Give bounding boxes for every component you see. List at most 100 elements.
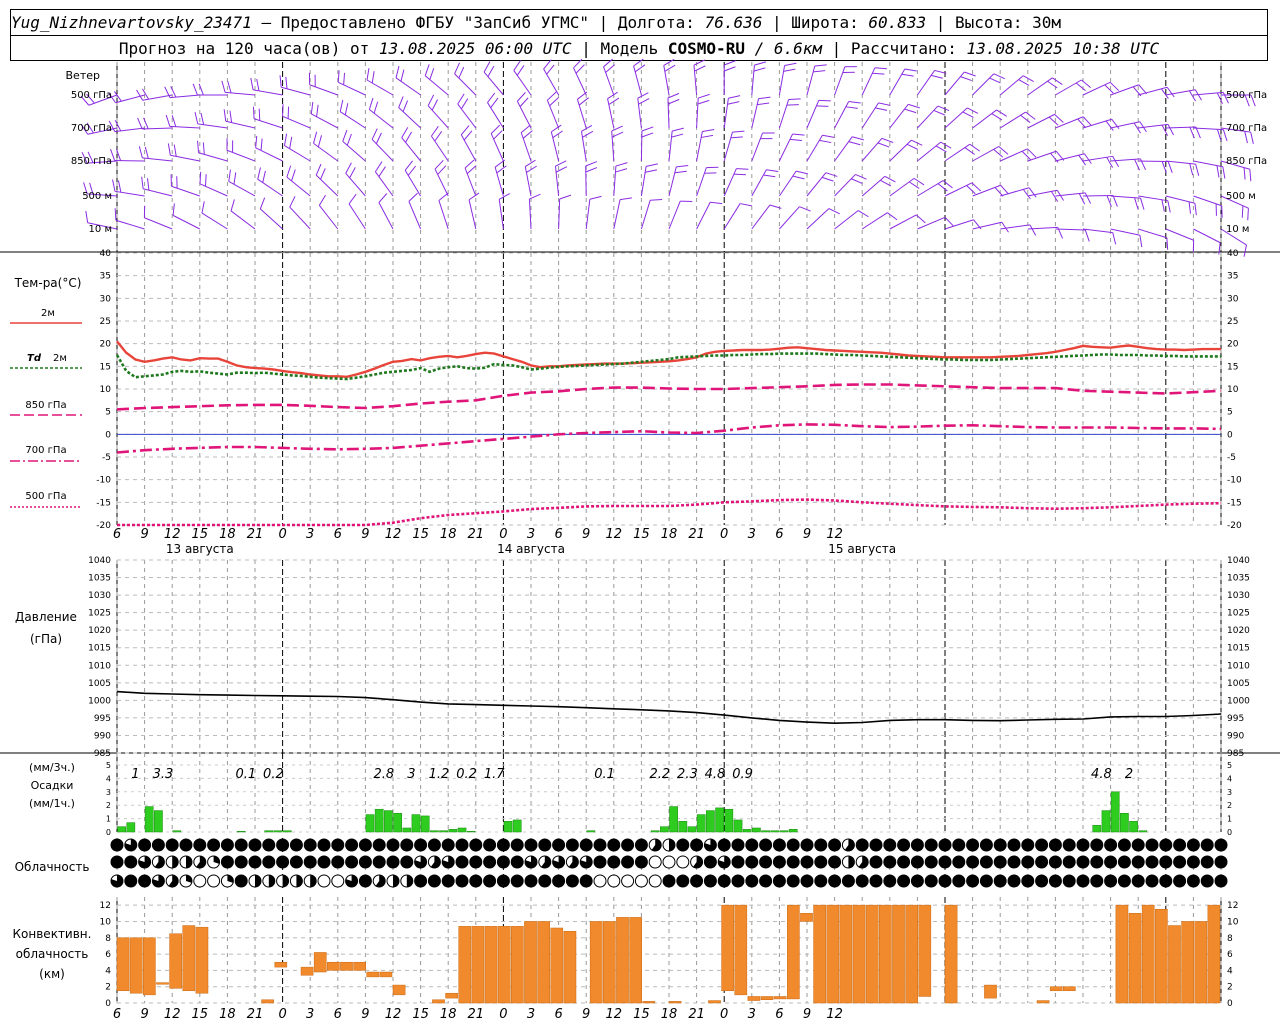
hour-label-bottom: 6 bbox=[334, 1007, 342, 1022]
cloud-symbol bbox=[1186, 874, 1200, 888]
wind-barb bbox=[613, 162, 628, 197]
cloud-symbol bbox=[662, 874, 676, 888]
wind-barb-flag bbox=[1167, 161, 1173, 173]
wind-barb-flag bbox=[192, 83, 198, 96]
wind-level-label-left: 500 м bbox=[82, 191, 112, 202]
cloud-symbol bbox=[262, 874, 276, 888]
cloud-symbol-fill bbox=[580, 839, 593, 851]
cloud-symbol-fill bbox=[442, 839, 455, 851]
cloud-symbol-fill bbox=[994, 856, 1007, 868]
cloud-symbol-ring bbox=[621, 874, 635, 888]
precip-bar bbox=[742, 829, 752, 833]
cloud-symbol-fill bbox=[980, 856, 993, 868]
convective-bar bbox=[826, 904, 840, 1004]
convective-bar bbox=[918, 904, 932, 997]
conv-tick-right: 2 bbox=[1227, 983, 1233, 993]
cloud-symbol bbox=[510, 855, 524, 869]
cloud-symbol bbox=[1117, 855, 1131, 869]
cloud-symbol-fill bbox=[138, 875, 151, 887]
wind-barb-shaft bbox=[543, 68, 560, 96]
wind-barb-flag bbox=[857, 210, 869, 218]
cloud-symbol bbox=[151, 855, 165, 869]
wind-barb-shaft bbox=[345, 173, 366, 197]
wind-barb-shaft bbox=[252, 89, 283, 96]
wind-barb-shaft bbox=[408, 201, 422, 230]
wind-barb-flag bbox=[578, 97, 589, 106]
wind-barb-flag bbox=[258, 108, 261, 121]
wind-barb bbox=[546, 91, 560, 129]
pressure-tick-right: 1010 bbox=[1227, 661, 1250, 671]
wind-barb-flag bbox=[85, 210, 89, 223]
cloud-symbol-fill bbox=[704, 875, 717, 887]
wind-barb-flag bbox=[736, 168, 749, 170]
cloud-symbol-fill bbox=[400, 839, 413, 851]
cloud-symbol-fill bbox=[635, 839, 648, 851]
cloud-symbol-fill bbox=[262, 856, 275, 868]
wind-barb-flag bbox=[1167, 200, 1171, 213]
cloud-symbol-fill bbox=[511, 839, 524, 851]
wind-barb bbox=[1055, 116, 1092, 129]
precip-bar bbox=[466, 831, 476, 833]
wind-barb bbox=[197, 140, 228, 162]
wind-barb-flag bbox=[855, 173, 867, 180]
hour-label-bottom: 3 bbox=[527, 1007, 535, 1022]
wind-barb-shaft bbox=[1138, 228, 1168, 239]
wind-barb-shaft bbox=[573, 67, 587, 96]
cloud-symbol-fill bbox=[221, 856, 234, 868]
wind-barb-flag bbox=[342, 129, 348, 142]
cloud-symbol bbox=[938, 838, 952, 852]
wind-barb-shaft bbox=[171, 185, 200, 197]
wind-barb bbox=[374, 161, 394, 197]
wind-barb-flag bbox=[223, 109, 227, 122]
cloud-symbol-fill bbox=[911, 856, 924, 868]
wind-barb bbox=[345, 162, 366, 197]
convective-bar bbox=[721, 904, 734, 992]
cloud-symbol-fill bbox=[525, 875, 537, 887]
wind-barb bbox=[395, 66, 421, 96]
precip-bar bbox=[144, 806, 154, 833]
pressure-unit: (гПа) bbox=[30, 632, 62, 646]
temp-tick-right: 10 bbox=[1227, 385, 1239, 395]
cloud-symbol bbox=[234, 838, 248, 852]
wind-barb-flag bbox=[645, 169, 658, 173]
wind-barb-flag bbox=[552, 130, 563, 139]
wind-barb-shaft bbox=[457, 103, 477, 129]
cloud-symbol bbox=[386, 855, 400, 869]
cloud-symbol bbox=[400, 855, 414, 869]
wind-barb-flag bbox=[349, 167, 356, 179]
wind-barb-flag bbox=[1020, 114, 1031, 123]
wind-barb-flag bbox=[291, 169, 296, 182]
wind-barb-shaft bbox=[197, 123, 228, 129]
cloud-symbol-ring bbox=[648, 855, 662, 869]
cloud-symbol bbox=[1145, 874, 1159, 888]
wind-barb-flag bbox=[962, 111, 974, 118]
wind-barb-flag bbox=[701, 134, 714, 138]
hour-label-temp: 0 bbox=[499, 527, 507, 542]
precip-bar bbox=[770, 830, 780, 833]
convective-bar bbox=[195, 926, 209, 994]
wind-barb bbox=[999, 111, 1036, 129]
cloud-symbol bbox=[690, 855, 704, 869]
convective-bar bbox=[642, 1001, 656, 1004]
cloud-symbol-fill bbox=[773, 839, 786, 851]
wind-barb-flag bbox=[615, 168, 628, 173]
wind-barb-flag bbox=[404, 160, 413, 171]
wind-barb-shaft bbox=[513, 70, 532, 96]
cloud-symbol-fill bbox=[1118, 875, 1131, 887]
cloud-symbol bbox=[924, 838, 938, 852]
wind-barb bbox=[543, 59, 560, 96]
pressure-tick-left: 1000 bbox=[88, 696, 111, 706]
convective-bar bbox=[879, 904, 892, 1004]
cloud-symbol bbox=[1090, 838, 1104, 852]
cloud-symbol-fill bbox=[249, 839, 261, 851]
cloud-symbol bbox=[165, 855, 179, 869]
precip-3h-label: 0.1 bbox=[594, 767, 615, 782]
wind-barb-flag bbox=[490, 97, 499, 108]
precip-bar bbox=[420, 815, 430, 833]
wind-barb bbox=[861, 137, 894, 162]
wind-barb-flag bbox=[697, 99, 710, 105]
wind-barb-flag bbox=[825, 172, 838, 177]
wind-barb bbox=[371, 128, 394, 162]
convective-bar bbox=[129, 937, 143, 994]
wind-barb-flag bbox=[875, 107, 888, 111]
